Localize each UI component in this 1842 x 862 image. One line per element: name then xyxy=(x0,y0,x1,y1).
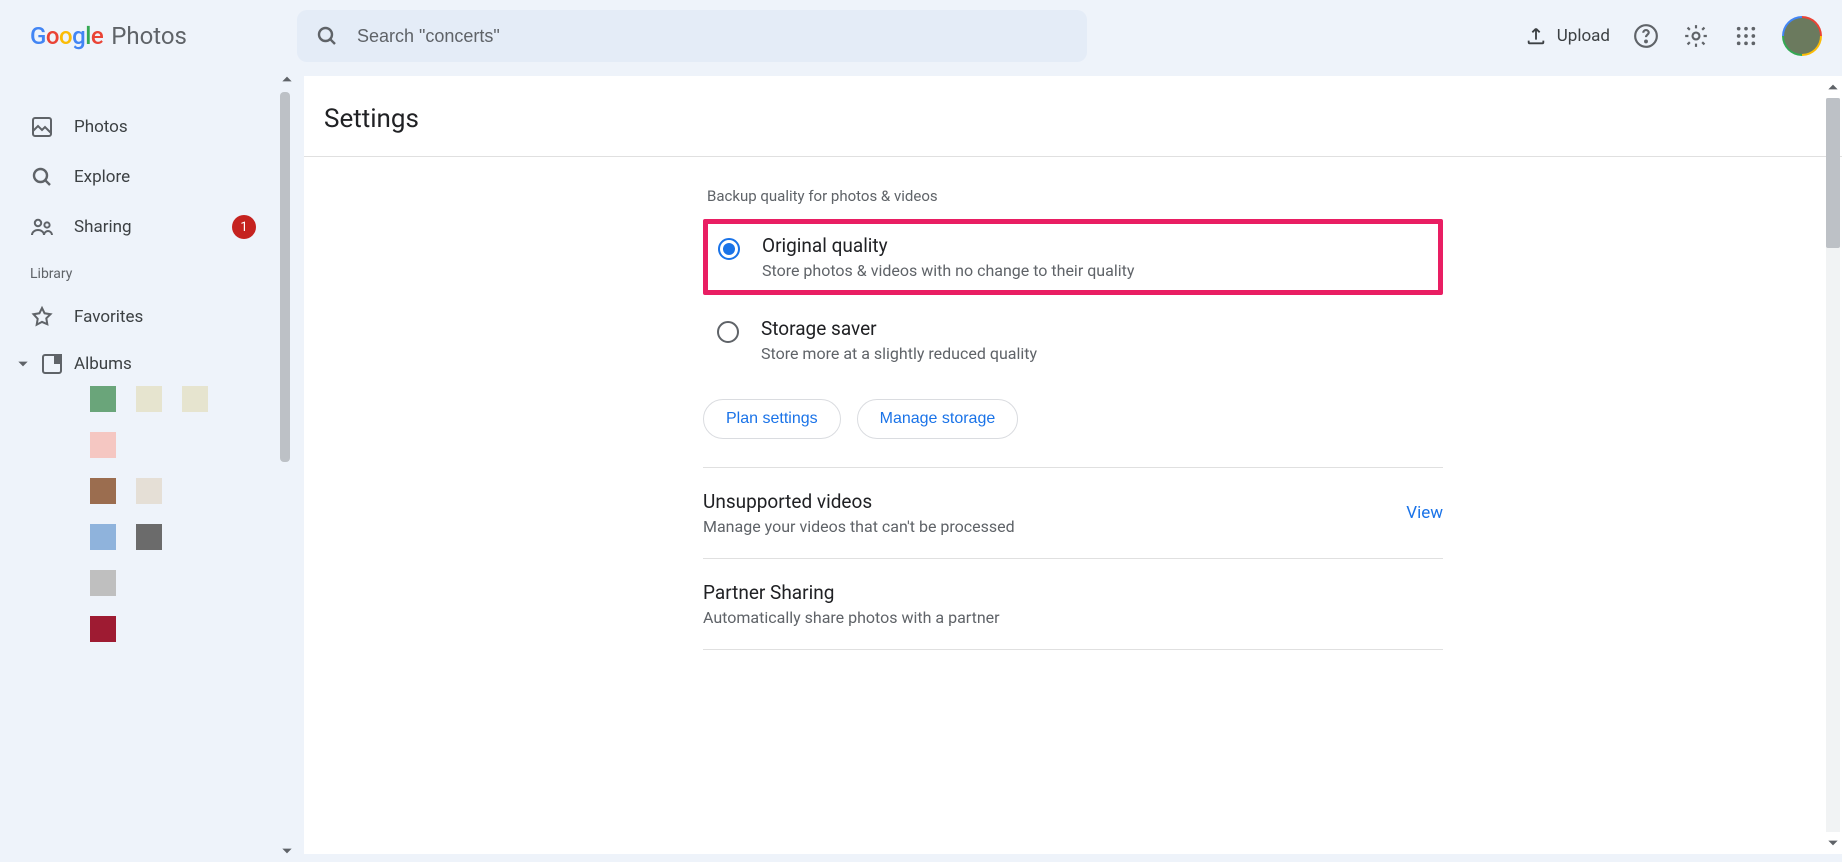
sidebar-label: Sharing xyxy=(74,217,132,237)
search-input[interactable] xyxy=(357,26,1069,47)
account-avatar[interactable] xyxy=(1782,16,1822,56)
sidebar: Photos Explore Sharing 1 Library xyxy=(0,72,280,862)
photos-icon xyxy=(30,115,54,139)
library-section-label: Library xyxy=(10,252,270,292)
sidebar-item-favorites[interactable]: Favorites xyxy=(10,292,270,342)
product-name: Photos xyxy=(111,22,187,50)
option-desc: Store more at a slightly reduced quality xyxy=(761,344,1037,363)
sidebar-label: Favorites xyxy=(74,307,143,327)
partner-sharing-section: Partner Sharing Automatically share phot… xyxy=(703,558,1443,650)
chevron-down-icon xyxy=(16,357,30,371)
logo[interactable]: Google Photos xyxy=(30,22,187,50)
scroll-down-icon[interactable] xyxy=(1826,836,1840,850)
option-title: Original quality xyxy=(762,234,1134,257)
apps-icon[interactable] xyxy=(1732,22,1760,50)
scroll-up-icon[interactable] xyxy=(1826,80,1840,94)
album-icon xyxy=(40,352,64,376)
album-item[interactable] xyxy=(90,570,270,596)
sharing-badge: 1 xyxy=(232,215,256,239)
help-icon[interactable] xyxy=(1632,22,1660,50)
album-item[interactable] xyxy=(90,386,270,412)
backup-quality-option[interactable]: Original quality Store photos & videos wi… xyxy=(703,219,1443,295)
app-header: Google Photos Upload xyxy=(0,0,1842,72)
backup-quality-options: Original quality Store photos & videos wi… xyxy=(703,219,1443,377)
unsupported-videos-desc: Manage your videos that can't be process… xyxy=(703,517,1015,536)
view-unsupported-button[interactable]: View xyxy=(1406,503,1443,523)
sidebar-item-sharing[interactable]: Sharing 1 xyxy=(10,202,270,252)
sidebar-item-photos[interactable]: Photos xyxy=(10,102,270,152)
plan-settings-button[interactable]: Plan settings xyxy=(703,399,841,439)
star-icon xyxy=(30,305,54,329)
google-wordmark: Google xyxy=(30,22,103,50)
album-thumb xyxy=(90,524,116,550)
sidebar-label: Photos xyxy=(74,117,128,137)
album-thumb xyxy=(90,432,116,458)
sidebar-scroll-down-icon[interactable] xyxy=(280,844,296,860)
sharing-icon xyxy=(30,215,54,239)
partner-sharing-title: Partner Sharing xyxy=(703,581,1000,604)
album-thumb xyxy=(90,570,116,596)
upload-button[interactable]: Upload xyxy=(1525,25,1610,47)
album-item[interactable] xyxy=(90,616,270,642)
album-thumb xyxy=(90,478,116,504)
album-thumb xyxy=(90,616,116,642)
backup-quality-option[interactable]: Storage saver Store more at a slightly re… xyxy=(703,303,1443,377)
album-item[interactable] xyxy=(90,524,270,550)
album-thumb xyxy=(136,478,162,504)
album-thumbnail-list xyxy=(10,386,270,642)
sidebar-scroll-up-icon[interactable] xyxy=(280,72,296,88)
explore-icon xyxy=(30,165,54,189)
settings-panel: Settings Backup quality for photos & vid… xyxy=(304,76,1842,854)
search-bar[interactable] xyxy=(297,10,1087,62)
manage-storage-button[interactable]: Manage storage xyxy=(857,399,1019,439)
page-title: Settings xyxy=(304,76,1842,157)
search-icon xyxy=(315,24,339,48)
option-desc: Store photos & videos with no change to … xyxy=(762,261,1134,280)
settings-icon[interactable] xyxy=(1682,22,1710,50)
album-thumb xyxy=(136,386,162,412)
unsupported-videos-title: Unsupported videos xyxy=(703,490,1015,513)
radio-icon xyxy=(717,321,739,343)
sidebar-item-explore[interactable]: Explore xyxy=(10,152,270,202)
album-thumb xyxy=(90,386,116,412)
unsupported-videos-section: Unsupported videos Manage your videos th… xyxy=(703,467,1443,558)
sidebar-label: Albums xyxy=(74,354,132,374)
partner-sharing-desc: Automatically share photos with a partne… xyxy=(703,608,1000,627)
backup-quality-label: Backup quality for photos & videos xyxy=(703,187,1443,205)
sidebar-item-albums[interactable]: Albums xyxy=(10,342,270,386)
album-thumb xyxy=(182,386,208,412)
option-title: Storage saver xyxy=(761,317,1037,340)
main-scrollbar[interactable] xyxy=(1826,80,1840,850)
album-thumb xyxy=(136,524,162,550)
radio-icon xyxy=(718,238,740,260)
upload-label: Upload xyxy=(1557,26,1610,46)
upload-icon xyxy=(1525,25,1547,47)
album-item[interactable] xyxy=(90,478,270,504)
album-item[interactable] xyxy=(90,432,270,458)
sidebar-label: Explore xyxy=(74,167,130,187)
